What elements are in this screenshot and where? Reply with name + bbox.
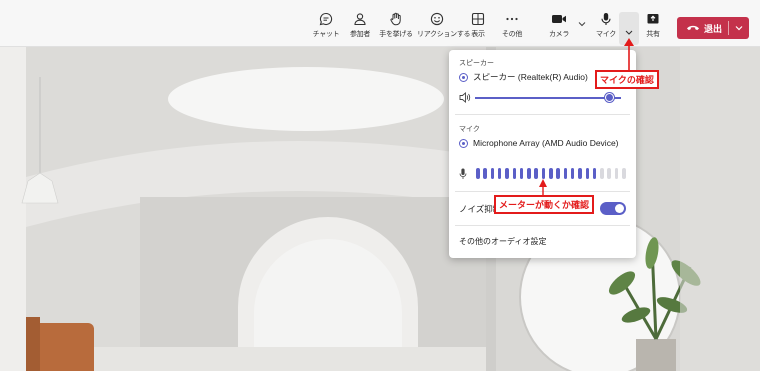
annotation-arrows <box>539 38 634 195</box>
meter-check-annotation: メーターが動くか確認 <box>494 195 595 214</box>
mic-check-annotation: マイクの確認 <box>595 70 659 89</box>
